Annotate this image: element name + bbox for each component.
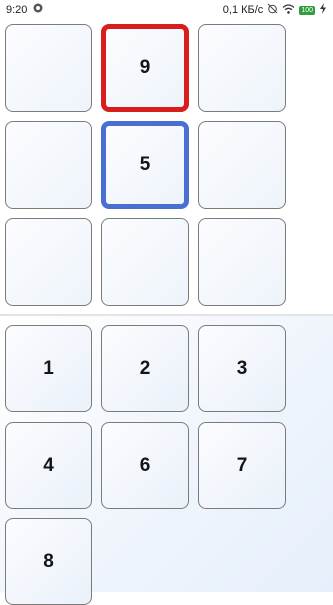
battery-icon: 100 — [299, 5, 315, 15]
alarm-off-icon — [267, 3, 278, 17]
number-button-6[interactable]: 6 — [101, 422, 189, 509]
number-button-1[interactable]: 1 — [5, 325, 92, 412]
grid-cell-3[interactable] — [198, 24, 286, 112]
grid-cell-5[interactable]: 5 — [101, 121, 189, 209]
grid-cell-2[interactable]: 9 — [101, 24, 189, 112]
number-button-2[interactable]: 2 — [101, 325, 189, 412]
notification-icon — [33, 3, 43, 16]
charging-icon — [319, 3, 327, 17]
grid-cell-6[interactable] — [198, 121, 286, 209]
number-button-7[interactable]: 7 — [198, 422, 286, 509]
grid-cell-9[interactable] — [198, 218, 286, 306]
status-bar: 9:20 0,1 КБ/с 100 — [0, 0, 333, 20]
number-button-4[interactable]: 4 — [5, 422, 92, 509]
grid-cell-1[interactable] — [5, 24, 92, 112]
status-time: 9:20 — [6, 3, 28, 16]
grid-cell-4[interactable] — [5, 121, 92, 209]
wifi-icon — [282, 3, 295, 17]
number-button-3[interactable]: 3 — [198, 325, 286, 412]
network-speed: 0,1 КБ/с — [222, 4, 264, 16]
grid-cell-8[interactable] — [101, 218, 189, 306]
grid-cell-7[interactable] — [5, 218, 92, 306]
